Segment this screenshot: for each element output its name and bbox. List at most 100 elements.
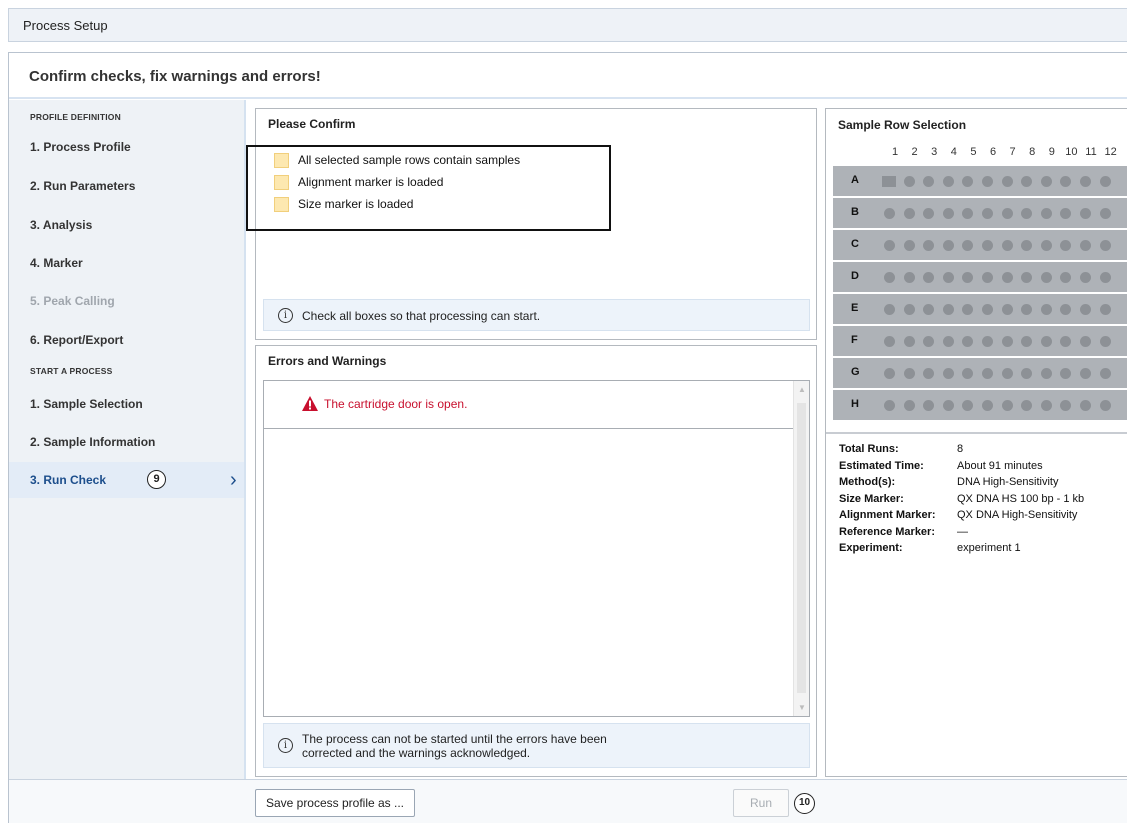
plate-well — [962, 304, 974, 315]
sidebar: PROFILE DEFINITION 1. Process Profile 2.… — [9, 100, 246, 779]
summary-key: Experiment: — [839, 542, 903, 554]
plate-column-number: 11 — [1085, 146, 1097, 158]
plate-well — [962, 336, 974, 347]
plate-row-g[interactable]: G — [833, 358, 1127, 388]
sidebar-item-marker[interactable]: 4. Marker — [9, 245, 244, 281]
error-item[interactable]: The cartridge door is open. — [264, 381, 793, 429]
plate-well — [982, 400, 993, 411]
plate-well — [1080, 272, 1091, 283]
plate-well — [1001, 208, 1013, 219]
plate-well — [1099, 208, 1111, 219]
plate-row-b[interactable]: B — [833, 198, 1127, 228]
plate-well — [962, 208, 974, 219]
plate-well — [903, 336, 915, 347]
plate-row-a[interactable]: A — [833, 166, 1127, 196]
plate-column-number: 9 — [1048, 146, 1055, 158]
plate-well — [1080, 368, 1091, 379]
sidebar-item-sample-information[interactable]: 2. Sample Information — [9, 424, 244, 460]
plate-well — [1040, 400, 1052, 411]
plate-well — [1001, 304, 1013, 315]
plate-well — [1099, 368, 1111, 379]
plate-well — [1080, 304, 1091, 315]
plate-well — [1001, 240, 1013, 251]
errors-list[interactable]: The cartridge door is open. ▲ ▼ — [263, 380, 810, 717]
plate-well — [884, 304, 895, 315]
save-process-profile-button[interactable]: Save process profile as ... — [255, 789, 415, 817]
plate-row-h[interactable]: H — [833, 390, 1127, 420]
scroll-up-arrow-icon[interactable]: ▲ — [798, 385, 806, 394]
plate-row-c[interactable]: C — [833, 230, 1127, 260]
plate-row-d[interactable]: D — [833, 262, 1127, 292]
plate-well — [1060, 272, 1072, 283]
errors-panel: Errors and Warnings The cartridge door i… — [255, 345, 817, 777]
plate-well — [923, 240, 935, 251]
plate-well — [1040, 368, 1052, 379]
plate-well — [962, 400, 974, 411]
summary-value: 8 — [957, 443, 964, 455]
plate-well — [903, 368, 915, 379]
summary-value: QX DNA High-Sensitivity — [957, 509, 1078, 521]
plate-well — [982, 208, 993, 219]
plate-well — [923, 400, 935, 411]
process-setup-frame: Confirm checks, fix warnings and errors!… — [8, 52, 1127, 823]
sidebar-item-analysis[interactable]: 3. Analysis — [9, 207, 244, 243]
plate-well — [962, 240, 974, 251]
plate-row-label: H — [851, 398, 859, 410]
confirm-info-bar: i Check all boxes so that processing can… — [263, 299, 810, 331]
sidebar-item-label: 1. Process Profile — [30, 140, 131, 154]
section-start-a-process: START A PROCESS — [30, 366, 113, 376]
plate-row-e[interactable]: E — [833, 294, 1127, 324]
plate-well — [962, 368, 974, 379]
plate-well — [903, 176, 915, 187]
summary-value: experiment 1 — [957, 542, 1021, 554]
plate-well — [884, 336, 895, 347]
plate-well — [1021, 240, 1033, 251]
confirm-info-text: Check all boxes so that processing can s… — [302, 309, 541, 323]
errors-panel-title: Errors and Warnings — [268, 354, 387, 368]
plate-well — [923, 208, 935, 219]
sidebar-item-run-check[interactable]: 3. Run Check 9 › — [9, 462, 244, 498]
sidebar-item-process-profile[interactable]: 1. Process Profile — [9, 129, 244, 165]
plate-well — [1040, 272, 1052, 283]
sidebar-item-peak-calling: 5. Peak Calling — [9, 283, 244, 319]
plate-well — [923, 368, 935, 379]
plate-well — [1099, 336, 1111, 347]
sidebar-item-label: 2. Run Parameters — [30, 179, 136, 193]
plate-well — [1021, 368, 1033, 379]
summary-value: About 91 minutes — [957, 459, 1043, 472]
summary-value: DNA High-Sensitivity — [957, 476, 1059, 488]
plate-row-label: C — [851, 238, 859, 250]
plate-column-number: 7 — [1009, 146, 1016, 158]
plate-well — [903, 400, 915, 411]
divider — [826, 432, 1127, 434]
plate-well — [1060, 176, 1072, 187]
summary-value: — — [957, 525, 968, 538]
sidebar-item-run-parameters[interactable]: 2. Run Parameters — [9, 168, 244, 204]
plate-well — [942, 240, 954, 251]
scrollbar-thumb[interactable] — [797, 403, 806, 693]
plate-well-marker — [882, 176, 896, 187]
sidebar-item-report-export[interactable]: 6. Report/Export — [9, 322, 244, 358]
plate-well — [884, 272, 895, 283]
plate-row-f[interactable]: F — [833, 326, 1127, 356]
errors-info-bar: i The process can not be started until t… — [263, 723, 810, 768]
plate-well — [982, 176, 993, 187]
scroll-down-arrow-icon[interactable]: ▼ — [798, 703, 806, 712]
plate-well — [1099, 304, 1111, 315]
sidebar-item-sample-selection[interactable]: 1. Sample Selection — [9, 386, 244, 422]
plate-well — [1040, 336, 1052, 347]
plate-row-label: A — [851, 174, 859, 186]
plate-well — [1060, 336, 1072, 347]
plate-column-number: 4 — [950, 146, 957, 158]
run-button[interactable]: Run — [733, 789, 789, 817]
plate-well — [1060, 368, 1072, 379]
plate-well — [903, 208, 915, 219]
errors-scrollbar[interactable]: ▲ ▼ — [793, 381, 809, 716]
plate-well — [903, 240, 915, 251]
plate-well — [1001, 400, 1013, 411]
plate-row-label: E — [851, 302, 859, 314]
plate-well — [923, 336, 935, 347]
chevron-right-icon: › — [230, 469, 237, 491]
plate-well — [923, 176, 935, 187]
summary-key: Method(s): — [839, 476, 896, 488]
